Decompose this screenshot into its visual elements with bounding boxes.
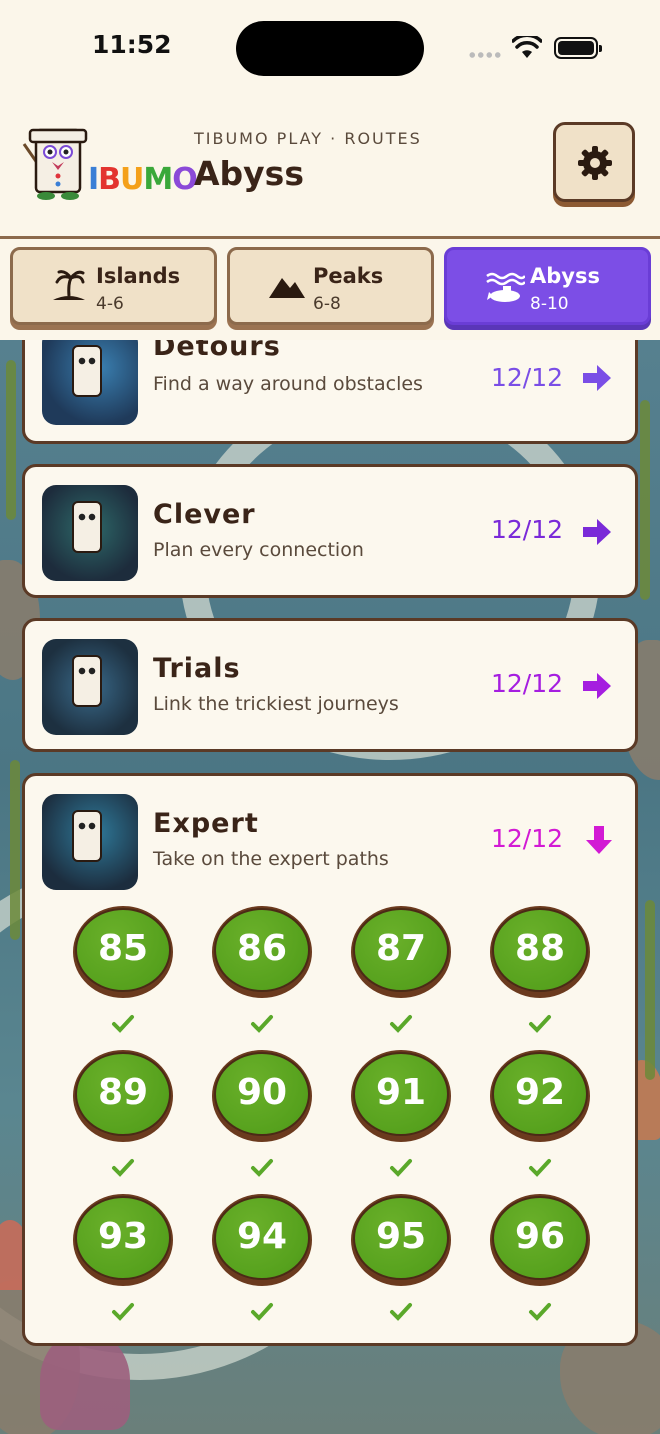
level-button-88[interactable]: 88 (490, 906, 590, 1033)
level-button-92[interactable]: 92 (490, 1050, 590, 1177)
tab-range: 8-10 (530, 294, 569, 314)
route-thumbnail (42, 639, 138, 735)
route-card-clever[interactable]: Clever Plan every connection 12/12 (22, 464, 638, 598)
level-number: 95 (375, 1216, 427, 1257)
level-button-91[interactable]: 91 (351, 1050, 451, 1177)
level-number: 87 (375, 928, 427, 969)
tab-label: Abyss (530, 264, 600, 288)
dynamic-island (236, 21, 424, 76)
gear-icon (578, 146, 612, 180)
level-button-86[interactable]: 86 (212, 906, 312, 1033)
route-tabs: Islands 4-6 Peaks 6-8 Abyss 8-10 (0, 239, 660, 340)
tab-label: Islands (96, 264, 181, 288)
page-title: Abyss (194, 154, 304, 193)
route-name: Trials (153, 653, 241, 684)
tab-range: 6-8 (313, 294, 341, 314)
level-button-94[interactable]: 94 (212, 1194, 312, 1321)
tab-islands[interactable]: Islands 4-6 (10, 247, 217, 325)
tab-range: 4-6 (96, 294, 124, 314)
route-description: Plan every connection (153, 539, 364, 561)
signal-icon (468, 52, 502, 58)
route-card-expert[interactable]: Expert Take on the expert paths 12/12 85… (22, 773, 638, 1346)
route-list: Detours Find a way around obstacles 12/1… (0, 340, 660, 1434)
checkmark-icon (112, 1159, 134, 1177)
mascot-icon (72, 345, 102, 397)
route-progress: 12/12 (491, 515, 564, 544)
route-name: Expert (153, 808, 259, 839)
route-description: Link the trickiest journeys (153, 693, 399, 715)
right-arrow-icon (583, 519, 611, 545)
route-card-trials[interactable]: Trials Link the trickiest journeys 12/12 (22, 618, 638, 752)
level-number: 86 (236, 928, 288, 969)
checkmark-icon (529, 1015, 551, 1033)
battery-icon (554, 37, 602, 59)
checkmark-icon (529, 1159, 551, 1177)
level-number: 93 (97, 1216, 149, 1257)
checkmark-icon (112, 1015, 134, 1033)
level-button-95[interactable]: 95 (351, 1194, 451, 1321)
route-progress: 12/12 (491, 669, 564, 698)
settings-button[interactable] (553, 122, 635, 202)
right-arrow-icon (583, 673, 611, 699)
right-arrow-icon (583, 365, 611, 391)
level-button-87[interactable]: 87 (351, 906, 451, 1033)
down-arrow-icon (586, 826, 612, 854)
level-number: 85 (97, 928, 149, 969)
level-button-96[interactable]: 96 (490, 1194, 590, 1321)
level-button-93[interactable]: 93 (73, 1194, 173, 1321)
route-description: Take on the expert paths (153, 848, 389, 870)
checkmark-icon (251, 1015, 273, 1033)
app-header: IBUMO TIBUMO PLAY · ROUTES Abyss (0, 96, 660, 236)
mountain-icon (269, 278, 305, 298)
logo-wordmark: IBUMO (88, 162, 198, 197)
mascot-icon (72, 655, 102, 707)
header-subtitle: TIBUMO PLAY · ROUTES (194, 129, 422, 148)
level-button-90[interactable]: 90 (212, 1050, 312, 1177)
status-bar: 11:52 (0, 0, 660, 96)
checkmark-icon (251, 1159, 273, 1177)
level-button-85[interactable]: 85 (73, 906, 173, 1033)
tab-peaks[interactable]: Peaks 6-8 (227, 247, 434, 325)
level-button-89[interactable]: 89 (73, 1050, 173, 1177)
wifi-icon (512, 36, 542, 58)
route-name: Clever (153, 499, 256, 530)
level-number: 96 (514, 1216, 566, 1257)
checkmark-icon (529, 1303, 551, 1321)
level-number: 89 (97, 1072, 149, 1113)
checkmark-icon (251, 1303, 273, 1321)
checkmark-icon (390, 1015, 412, 1033)
tab-label: Peaks (313, 264, 384, 288)
checkmark-icon (390, 1159, 412, 1177)
mascot-icon (72, 810, 102, 862)
status-time: 11:52 (92, 30, 172, 59)
route-thumbnail (42, 485, 138, 581)
checkmark-icon (112, 1303, 134, 1321)
level-number: 90 (236, 1072, 288, 1113)
route-name: Detours (153, 340, 281, 362)
route-progress: 12/12 (491, 824, 564, 853)
tibumo-logo: IBUMO (22, 126, 198, 202)
checkmark-icon (390, 1303, 412, 1321)
route-card-detours[interactable]: Detours Find a way around obstacles 12/1… (22, 340, 638, 444)
level-number: 91 (375, 1072, 427, 1113)
route-progress: 12/12 (491, 363, 564, 392)
tab-abyss[interactable]: Abyss 8-10 (444, 247, 651, 325)
route-thumbnail (42, 794, 138, 890)
palm-island-icon (53, 270, 85, 300)
level-number: 92 (514, 1072, 566, 1113)
submarine-icon (486, 272, 525, 302)
mascot-icon (72, 501, 102, 553)
route-description: Find a way around obstacles (153, 373, 423, 395)
level-number: 94 (236, 1216, 288, 1257)
route-thumbnail (42, 340, 138, 425)
level-number: 88 (514, 928, 566, 969)
